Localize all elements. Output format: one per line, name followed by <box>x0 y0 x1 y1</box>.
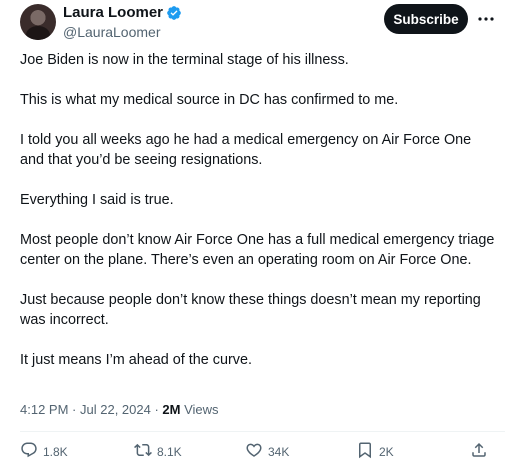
post-paragraph: Just because people don’t know these thi… <box>20 292 481 328</box>
author-name[interactable]: Laura Loomer <box>63 4 163 22</box>
bookmark-icon <box>356 441 374 462</box>
meta-separator: · <box>72 402 80 417</box>
avatar[interactable] <box>20 4 56 40</box>
post-paragraph: Joe Biden is now in the terminal stage o… <box>20 52 349 68</box>
more-horizontal-icon[interactable] <box>476 9 496 29</box>
post-paragraph: Most people don’t know Air Force One has… <box>20 232 495 268</box>
post-paragraph: It just means I’m ahead of the curve. <box>20 352 252 368</box>
post-paragraph: This is what my medical source in DC has… <box>20 92 399 108</box>
subscribe-button[interactable]: Subscribe <box>384 4 468 34</box>
reply-icon <box>20 441 38 462</box>
divider <box>20 431 505 432</box>
share-icon <box>470 441 488 462</box>
action-bar: 1.8K 8.1K 34K 2K <box>0 441 505 463</box>
post-paragraph: Everything I said is true. <box>20 192 174 208</box>
repost-count: 8.1K <box>157 444 182 459</box>
reply-button[interactable]: 1.8K <box>20 441 68 462</box>
repost-icon <box>134 441 152 462</box>
post-meta: 4:12 PM · Jul 22, 2024 · 2M Views <box>20 402 219 418</box>
repost-button[interactable]: 8.1K <box>134 441 182 462</box>
reply-count: 1.8K <box>43 444 68 459</box>
views-label: Views <box>184 402 219 417</box>
post-text: Joe Biden is now in the terminal stage o… <box>20 50 498 390</box>
share-button[interactable] <box>470 441 488 462</box>
bookmark-count: 2K <box>379 444 394 459</box>
like-button[interactable]: 34K <box>245 441 289 462</box>
author-handle[interactable]: @LauraLoomer <box>63 24 161 40</box>
post-card: Laura Loomer @LauraLoomer Subscribe Joe … <box>0 0 505 470</box>
bookmark-button[interactable]: 2K <box>356 441 394 462</box>
heart-icon <box>245 441 263 462</box>
verified-badge-icon <box>166 5 182 21</box>
views-count: 2M <box>162 402 181 417</box>
post-paragraph: I told you all weeks ago he had a medica… <box>20 132 472 168</box>
post-date[interactable]: Jul 22, 2024 <box>80 402 151 417</box>
post-time[interactable]: 4:12 PM <box>20 402 68 417</box>
like-count: 34K <box>268 444 290 459</box>
author-name-row: Laura Loomer <box>63 4 182 22</box>
